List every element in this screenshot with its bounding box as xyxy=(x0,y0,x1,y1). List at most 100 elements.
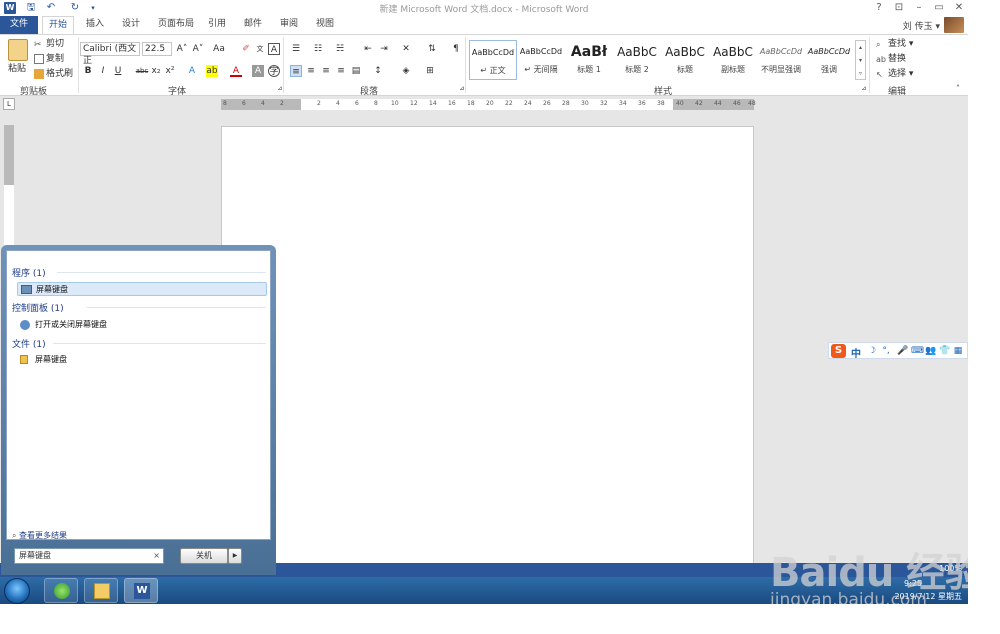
enclose-char-icon[interactable]: 字 xyxy=(268,65,280,77)
sogou-logo-icon[interactable]: S xyxy=(831,344,846,358)
style-subtle-emphasis[interactable]: AaBbCcDd 不明显强调 xyxy=(757,40,805,80)
control-panel-section-header[interactable]: 控制面板 (1) xyxy=(12,301,64,314)
tab-view[interactable]: 视图 xyxy=(310,16,340,34)
help-button[interactable]: ? xyxy=(870,1,888,15)
style-heading-1[interactable]: AaBł 标题 1 xyxy=(565,40,613,80)
ime-language-toggle[interactable]: 中 xyxy=(851,345,861,360)
toolbox-icon[interactable]: ▦ xyxy=(953,346,963,356)
find-button[interactable]: ⌕ 查找 ▾ xyxy=(876,38,913,50)
cut-button[interactable]: ✂ 剪切 xyxy=(34,38,64,50)
tab-insert[interactable]: 插入 xyxy=(80,16,110,34)
format-painter-button[interactable]: 格式刷 xyxy=(34,68,73,80)
collapse-ribbon-icon[interactable]: ˄ xyxy=(952,83,964,95)
tab-references[interactable]: 引用 xyxy=(202,16,232,34)
style-title[interactable]: AaBbC 标题 xyxy=(661,40,709,80)
show-marks-icon[interactable]: ¶ xyxy=(450,43,462,55)
clear-formatting-icon[interactable]: ✐ xyxy=(240,43,252,55)
paste-icon[interactable] xyxy=(8,39,28,61)
result-onscreen-keyboard-file[interactable]: 屏幕键盘 xyxy=(17,353,267,367)
bullets-icon[interactable]: ☰ xyxy=(290,43,302,55)
style-heading-2[interactable]: AaBbC 标题 2 xyxy=(613,40,661,80)
distributed-icon[interactable]: ▤ xyxy=(350,65,362,77)
change-case-button[interactable]: Aa xyxy=(210,43,228,55)
style-emphasis[interactable]: AaBbCcDd 强调 xyxy=(805,40,853,80)
shading-icon[interactable]: ◈ xyxy=(400,65,412,77)
align-left-icon[interactable]: ≡ xyxy=(290,65,302,77)
result-toggle-onscreen-keyboard[interactable]: 打开或关闭屏幕键盘 xyxy=(17,318,267,332)
keyboard-icon[interactable]: ⌨ xyxy=(911,346,924,356)
align-right-icon[interactable]: ≡ xyxy=(320,65,332,77)
italic-button[interactable]: I xyxy=(97,65,109,77)
chinese-layout-icon[interactable]: ✕ xyxy=(400,43,412,55)
replace-button[interactable]: ab 替换 xyxy=(876,53,906,65)
style-normal[interactable]: AaBbCcDd ↵ 正文 xyxy=(469,40,517,80)
see-more-results-link[interactable]: ⌕ 查看更多结果 xyxy=(12,530,67,541)
tab-selector[interactable]: L xyxy=(3,98,15,110)
result-onscreen-keyboard-program[interactable]: 屏幕键盘 xyxy=(17,282,267,296)
style-subtitle[interactable]: AaBbC 副标题 xyxy=(709,40,757,80)
align-center-icon[interactable]: ≡ xyxy=(305,65,317,77)
maximize-button[interactable]: ▭ xyxy=(930,1,948,15)
tab-home[interactable]: 开始 xyxy=(42,16,75,35)
start-button[interactable] xyxy=(4,578,30,604)
close-button[interactable]: ✕ xyxy=(950,1,968,15)
taskbar-360-browser[interactable] xyxy=(44,578,78,603)
char-shading-icon[interactable]: A xyxy=(252,65,264,77)
ime-toolbar[interactable]: S 中 ☽ °, 🎤 ⌨ 👥 👕 ▦ xyxy=(828,342,968,360)
font-color-icon[interactable]: A xyxy=(230,65,242,77)
line-spacing-icon[interactable]: ↕ xyxy=(372,65,384,77)
select-button[interactable]: ↖ 选择 ▾ xyxy=(876,68,913,80)
start-search-input[interactable]: 屏幕键盘 × xyxy=(14,548,164,564)
justify-icon[interactable]: ≡ xyxy=(335,65,347,77)
sort-icon[interactable]: ⇅ xyxy=(426,43,438,55)
increase-indent-icon[interactable]: ⇥ xyxy=(378,43,390,55)
bold-button[interactable]: B xyxy=(82,65,94,77)
multilevel-list-icon[interactable]: ☵ xyxy=(334,43,346,55)
font-dialog-launcher-icon[interactable]: ⊿ xyxy=(274,83,286,95)
skin-icon[interactable]: 👕 xyxy=(939,346,950,356)
tab-review[interactable]: 审阅 xyxy=(274,16,304,34)
ribbon-display-options-button[interactable]: ⊡ xyxy=(890,1,908,15)
punctuation-icon[interactable]: °, xyxy=(881,346,891,356)
tab-design[interactable]: 设计 xyxy=(116,16,146,34)
document-page[interactable] xyxy=(221,126,754,566)
shrink-font-button[interactable]: A˅ xyxy=(192,43,204,55)
superscript-button[interactable]: x² xyxy=(164,65,176,77)
font-size-combo[interactable]: 22.5 xyxy=(142,42,172,56)
taskbar-explorer[interactable] xyxy=(84,578,118,603)
strikethrough-button[interactable]: abc xyxy=(134,65,150,77)
copy-button[interactable]: 复制 xyxy=(34,53,64,65)
paragraph-dialog-launcher-icon[interactable]: ⊿ xyxy=(456,83,468,95)
shutdown-button[interactable]: 关机 xyxy=(180,548,228,564)
numbering-icon[interactable]: ☷ xyxy=(312,43,324,55)
horizontal-ruler[interactable]: 8 6 4 2 2 4 6 8 10 12 14 16 18 20 22 24 … xyxy=(221,99,756,110)
half-width-icon[interactable]: ☽ xyxy=(867,346,877,356)
microphone-icon[interactable]: 🎤 xyxy=(897,346,908,356)
minimize-button[interactable]: – xyxy=(910,1,928,15)
programs-section-header[interactable]: 程序 (1) xyxy=(12,266,46,279)
taskbar-word[interactable]: W xyxy=(124,578,158,603)
styles-gallery-scroll[interactable]: ▴ ▾ ▿ xyxy=(855,40,866,80)
highlight-icon[interactable]: ab xyxy=(206,65,218,77)
shutdown-options-button[interactable]: ▶ xyxy=(228,548,242,564)
style-no-spacing[interactable]: AaBbCcDd ↵ 无间隔 xyxy=(517,40,565,80)
phonetic-guide-icon[interactable]: 文 xyxy=(254,43,266,55)
clear-search-icon[interactable]: × xyxy=(153,549,160,563)
files-section-header[interactable]: 文件 (1) xyxy=(12,337,46,350)
avatar[interactable] xyxy=(944,17,964,33)
tab-mailings[interactable]: 邮件 xyxy=(238,16,268,34)
vertical-ruler[interactable] xyxy=(4,125,14,245)
text-effects-icon[interactable]: A xyxy=(186,65,198,77)
borders-icon[interactable]: ⊞ xyxy=(424,65,436,77)
font-name-combo[interactable]: Calibri (西文正 xyxy=(80,42,140,66)
char-border-icon[interactable]: A xyxy=(268,43,280,55)
tab-file[interactable]: 文件 xyxy=(0,16,38,34)
grow-font-button[interactable]: A˄ xyxy=(176,43,188,55)
paste-button[interactable]: 粘贴 xyxy=(8,63,26,75)
tab-layout[interactable]: 页面布局 xyxy=(152,16,200,34)
subscript-button[interactable]: x₂ xyxy=(150,65,162,77)
users-icon[interactable]: 👥 xyxy=(925,346,936,356)
decrease-indent-icon[interactable]: ⇤ xyxy=(362,43,374,55)
underline-button[interactable]: U xyxy=(112,65,124,77)
user-account[interactable]: 刘 传玉 ▾ xyxy=(903,19,940,32)
